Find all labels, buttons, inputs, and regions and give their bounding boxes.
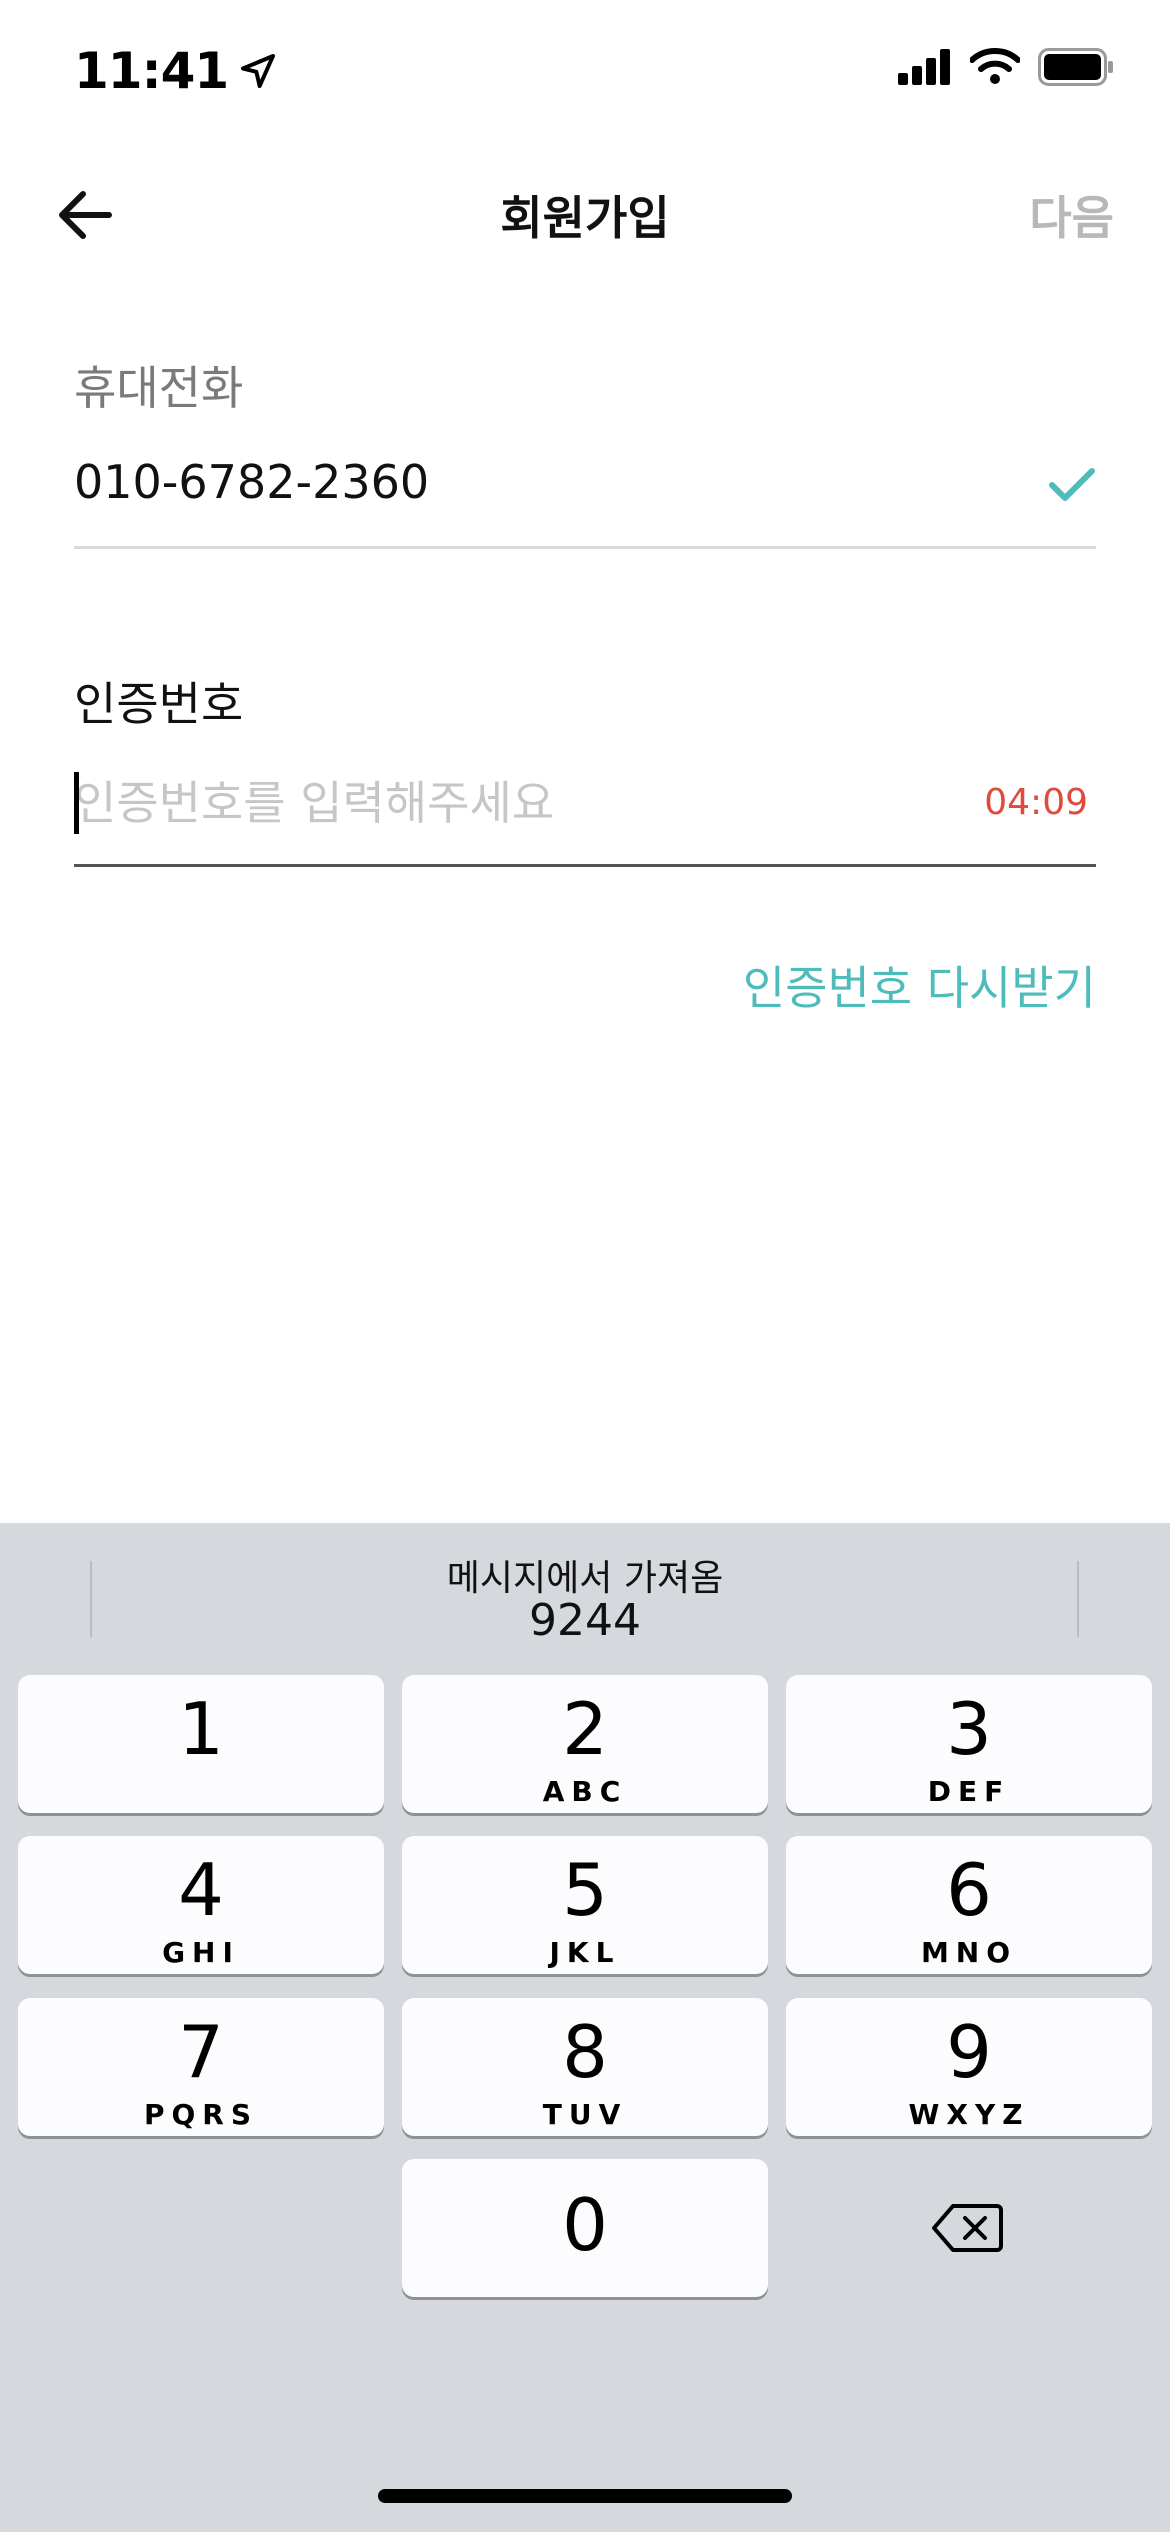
page-title: 회원가입 — [500, 191, 670, 245]
wifi-icon — [970, 48, 1020, 84]
key-9[interactable]: 9 WXYZ — [786, 1998, 1152, 2136]
key-4[interactable]: 4 GHI — [18, 1836, 384, 1974]
text-caret — [74, 772, 79, 834]
suggestion-source: 메시지에서 가져옴 — [446, 1558, 724, 1599]
key-8[interactable]: 8 TUV — [402, 1998, 768, 2136]
key-digit: 2 — [562, 1687, 608, 1771]
code-input-wrapper — [74, 768, 974, 838]
battery-icon — [1038, 48, 1113, 86]
status-bar: 11:41 — [0, 0, 1170, 150]
key-digit: 8 — [562, 2010, 608, 2094]
code-label: 인증번호 — [74, 677, 244, 731]
nav-bar: 회원가입 다음 — [0, 160, 1170, 280]
key-letters: MNO — [920, 1936, 1018, 1969]
home-indicator — [378, 2489, 792, 2503]
backspace-icon — [932, 2204, 1003, 2252]
cellular-signal-icon — [898, 49, 950, 85]
countdown-timer: 04:09 — [984, 782, 1088, 823]
location-arrow-icon — [241, 54, 276, 88]
resend-code-button[interactable]: 인증번호 다시받기 — [743, 952, 1096, 1018]
key-digit: 3 — [946, 1687, 992, 1771]
key-letters: ABC — [542, 1775, 628, 1808]
key-digit: 7 — [178, 2010, 224, 2094]
status-time-group: 11:41 — [74, 42, 278, 100]
key-letters: PQRS — [143, 2098, 259, 2131]
key-digit: 5 — [562, 1848, 608, 1932]
verification-code-input[interactable] — [74, 768, 974, 838]
key-5[interactable]: 5 JKL — [402, 1836, 768, 1974]
key-0[interactable]: 0 — [402, 2159, 768, 2297]
key-letters: DEF — [927, 1775, 1011, 1808]
key-letters: TUV — [542, 2098, 628, 2131]
code-field-underline — [74, 864, 1096, 867]
next-button[interactable]: 다음 — [1029, 182, 1114, 248]
autofill-suggestion[interactable]: 메시지에서 가져옴 9244 — [0, 1523, 1170, 1663]
key-letters: WXYZ — [908, 2098, 1030, 2131]
phone-label: 휴대전화 — [74, 361, 244, 415]
key-3[interactable]: 3 DEF — [786, 1675, 1152, 1813]
key-digit: 6 — [946, 1848, 992, 1932]
key-digit: 1 — [178, 1687, 224, 1771]
suggestion-code: 9244 — [529, 1595, 641, 1646]
key-digit: 9 — [946, 2010, 992, 2094]
key-1[interactable]: 1 — [18, 1675, 384, 1813]
key-letters: JKL — [549, 1936, 621, 1969]
key-7[interactable]: 7 PQRS — [18, 1998, 384, 2136]
key-letters: GHI — [162, 1936, 240, 1969]
key-digit: 0 — [562, 2183, 608, 2267]
key-2[interactable]: 2 ABC — [402, 1675, 768, 1813]
phone-field[interactable]: 010-6782-2360 — [74, 455, 429, 509]
phone-field-underline — [74, 546, 1096, 549]
signup-screen: 11:41 회원가입 다음 휴대전화 010-6782-2360 인증번호 인증… — [0, 0, 1170, 2532]
backspace-button[interactable] — [784, 2159, 1150, 2297]
key-digit: 4 — [178, 1848, 224, 1932]
status-icons — [898, 48, 1114, 86]
key-6[interactable]: 6 MNO — [786, 1836, 1152, 1974]
status-time: 11:41 — [74, 42, 229, 100]
checkmark-icon — [1049, 468, 1095, 501]
